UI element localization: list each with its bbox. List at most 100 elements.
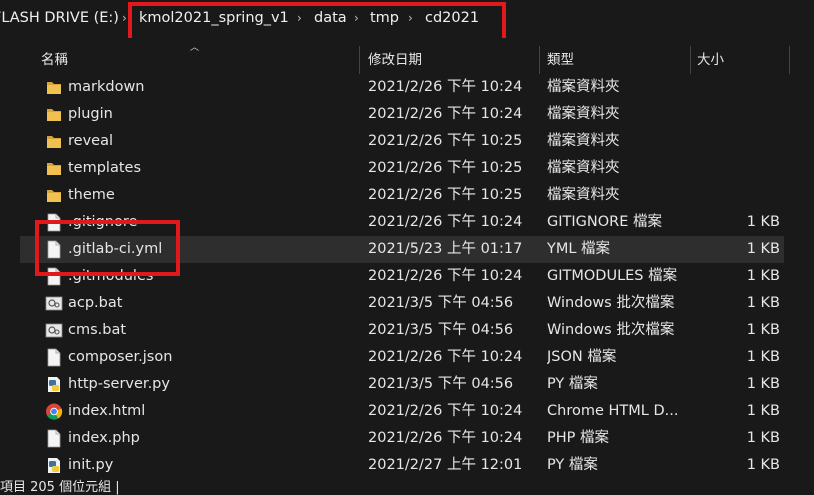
breadcrumb-item-tmp[interactable]: tmp <box>370 7 399 29</box>
file-type: GITMODULES 檔案 <box>547 268 678 284</box>
file-row[interactable]: http-server.py 2021/3/5 下午 04:56 PY 檔案 1 KB <box>20 371 784 398</box>
file-size: 1 KB <box>746 430 780 446</box>
status-bar: 項目 205 個位元組 | <box>0 478 814 495</box>
file-name: reveal <box>68 133 113 149</box>
file-modified-date: 2021/2/26 下午 10:25 <box>368 160 523 176</box>
file-size: 1 KB <box>746 457 780 473</box>
file-type: PHP 檔案 <box>547 430 610 446</box>
column-divider[interactable] <box>359 46 360 74</box>
sort-ascending-icon: ︿ <box>190 43 200 53</box>
file-size <box>700 155 780 182</box>
file-type: 檔案資料夾 <box>547 160 620 176</box>
file-type: JSON 檔案 <box>547 349 617 365</box>
breadcrumb-separator-icon[interactable]: › <box>297 7 302 29</box>
folder-icon <box>45 159 63 178</box>
file-type: Windows 批次檔案 <box>547 295 675 311</box>
file-name: cms.bat <box>68 322 127 338</box>
chrome-icon <box>45 402 63 421</box>
file-type: PY 檔案 <box>547 457 598 473</box>
file-modified-date: 2021/2/26 下午 10:24 <box>368 106 523 122</box>
breadcrumb-item-project[interactable]: kmol2021_spring_v1 <box>139 7 289 29</box>
file-modified-date: 2021/3/5 下午 04:56 <box>368 322 514 338</box>
file-name: plugin <box>68 106 113 122</box>
column-header-name[interactable]: 名稱 <box>41 46 68 74</box>
file-name: acp.bat <box>68 295 123 311</box>
file-size: 1 KB <box>746 376 780 392</box>
file-name: http-server.py <box>68 376 170 392</box>
file-name: templates <box>68 160 142 176</box>
python-file-icon <box>45 375 63 394</box>
file-name: .gitignore <box>68 214 138 230</box>
breadcrumb-drive[interactable]: FLASH DRIVE (E:) <box>0 7 119 29</box>
file-name: markdown <box>68 79 145 95</box>
file-row[interactable]: index.php 2021/2/26 下午 10:24 PHP 檔案 1 KB <box>20 425 784 452</box>
column-header-date[interactable]: 修改日期 <box>368 46 422 74</box>
file-size <box>700 74 780 101</box>
file-modified-date: 2021/3/5 下午 04:56 <box>368 376 514 392</box>
file-modified-date: 2021/2/26 下午 10:25 <box>368 133 523 149</box>
file-icon <box>45 429 63 448</box>
file-icon <box>45 348 63 367</box>
file-modified-date: 2021/2/26 下午 10:24 <box>368 349 523 365</box>
file-type: GITIGNORE 檔案 <box>547 214 662 230</box>
file-icon <box>45 267 63 286</box>
file-modified-date: 2021/2/26 下午 10:24 <box>368 430 523 446</box>
file-icon <box>45 240 63 259</box>
file-type: 檔案資料夾 <box>547 79 620 95</box>
file-name: composer.json <box>68 349 173 365</box>
breadcrumb-separator-icon[interactable]: › <box>354 7 359 29</box>
file-name: .gitlab-ci.yml <box>68 241 163 257</box>
file-type: 檔案資料夾 <box>547 187 620 203</box>
batch-file-icon <box>45 321 63 340</box>
file-size: 1 KB <box>746 403 780 419</box>
file-type: Windows 批次檔案 <box>547 322 675 338</box>
file-row[interactable]: markdown 2021/2/26 下午 10:24 檔案資料夾 <box>20 74 784 101</box>
file-row[interactable]: templates 2021/2/26 下午 10:25 檔案資料夾 <box>20 155 784 182</box>
file-type: Chrome HTML D... <box>547 403 679 419</box>
file-size: 1 KB <box>746 322 780 338</box>
file-row[interactable]: .gitmodules 2021/2/26 下午 10:24 GITMODULES … <box>20 263 784 290</box>
file-row[interactable]: init.py 2021/2/27 上午 12:01 PY 檔案 1 KB <box>20 452 784 479</box>
column-divider[interactable] <box>789 46 790 74</box>
file-size: 1 KB <box>746 268 780 284</box>
breadcrumb-separator-icon[interactable]: › <box>122 7 127 29</box>
column-divider[interactable] <box>690 46 691 74</box>
file-name: init.py <box>68 457 114 473</box>
breadcrumb-item-data[interactable]: data <box>314 7 347 29</box>
file-type: PY 檔案 <box>547 376 598 392</box>
file-row[interactable]: composer.json 2021/2/26 下午 10:24 JSON 檔案 1 … <box>20 344 784 371</box>
folder-icon <box>45 78 63 97</box>
file-modified-date: 2021/2/26 下午 10:24 <box>368 268 523 284</box>
breadcrumb-separator-icon[interactable]: › <box>408 7 413 29</box>
batch-file-icon <box>45 294 63 313</box>
navigation-pane-edge <box>0 38 20 478</box>
file-size: 1 KB <box>746 241 780 257</box>
python-file-icon <box>45 456 63 475</box>
column-header-type[interactable]: 類型 <box>547 46 574 74</box>
file-row[interactable]: theme 2021/2/26 下午 10:25 檔案資料夾 <box>20 182 784 209</box>
file-modified-date: 2021/2/26 下午 10:24 <box>368 214 523 230</box>
file-row[interactable]: acp.bat 2021/3/5 下午 04:56 Windows 批次檔案 1 KB <box>20 290 784 317</box>
file-modified-date: 2021/2/26 下午 10:24 <box>368 79 523 95</box>
file-size <box>700 182 780 209</box>
address-bar[interactable]: FLASH DRIVE (E:) › kmol2021_spring_v1 › … <box>0 0 814 38</box>
breadcrumb-item-current[interactable]: cd2021 <box>425 7 479 29</box>
status-text: 項目 205 個位元組 | <box>0 480 120 495</box>
column-header-size[interactable]: 大小 <box>697 46 724 74</box>
file-row[interactable]: reveal 2021/2/26 下午 10:25 檔案資料夾 <box>20 128 784 155</box>
file-name: index.php <box>68 430 140 446</box>
file-row[interactable]: .gitignore 2021/2/26 下午 10:24 GITIGNORE 檔案… <box>20 209 784 236</box>
file-row[interactable]: index.html 2021/2/26 下午 10:24 Chrome HTML … <box>20 398 784 425</box>
file-modified-date: 2021/2/27 上午 12:01 <box>368 457 523 473</box>
column-divider[interactable] <box>539 46 540 74</box>
file-modified-date: 2021/3/5 下午 04:56 <box>368 295 514 311</box>
file-row[interactable]: .gitlab-ci.yml 2021/5/23 上午 01:17 YML 檔案 1 … <box>20 236 784 263</box>
file-type: 檔案資料夾 <box>547 106 620 122</box>
file-type: 檔案資料夾 <box>547 133 620 149</box>
file-list[interactable]: ︿ 名稱 修改日期 類型 大小 markdown 2021/2/26 下午 10:… <box>20 38 814 478</box>
file-modified-date: 2021/5/23 上午 01:17 <box>368 241 523 257</box>
folder-icon <box>45 105 63 124</box>
file-name: .gitmodules <box>68 268 154 284</box>
file-row[interactable]: plugin 2021/2/26 下午 10:24 檔案資料夾 <box>20 101 784 128</box>
file-row[interactable]: cms.bat 2021/3/5 下午 04:56 Windows 批次檔案 1 KB <box>20 317 784 344</box>
